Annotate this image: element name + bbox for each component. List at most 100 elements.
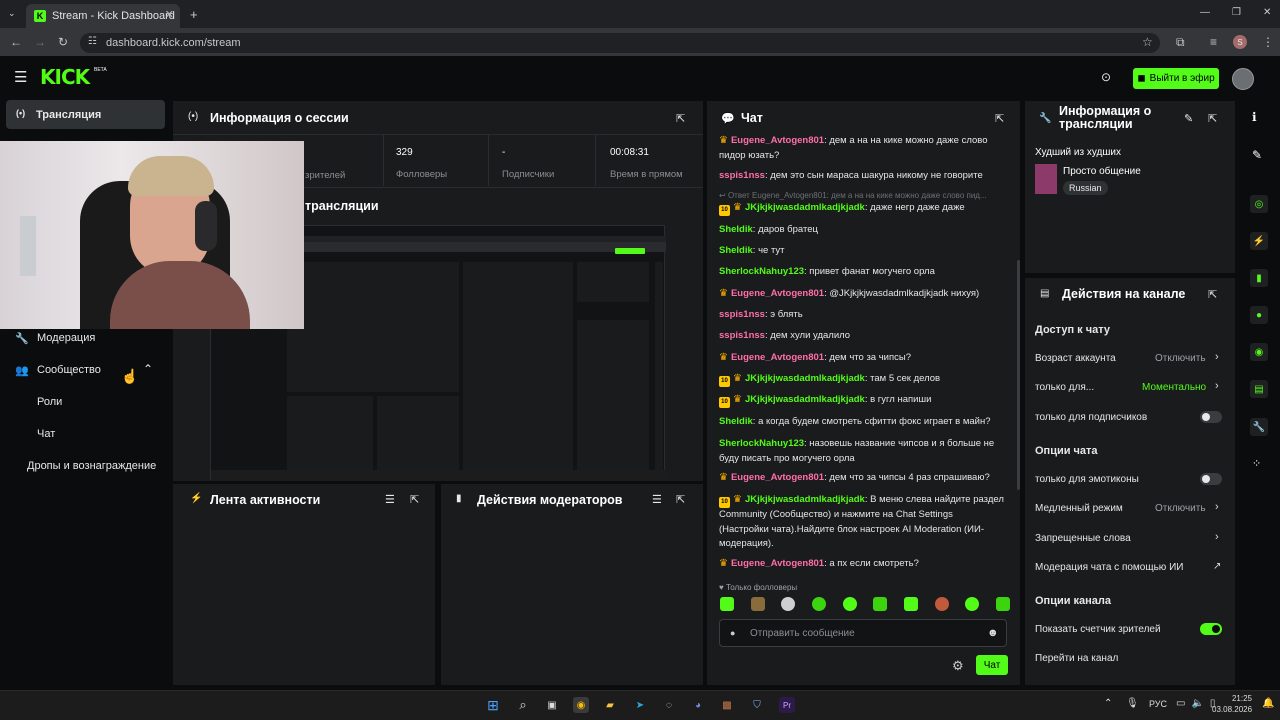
rail-lightning-icon[interactable]: ⚡ (1250, 232, 1268, 250)
chevron-right-icon[interactable]: › (1215, 380, 1219, 392)
telegram-icon[interactable]: ➤ (632, 697, 648, 713)
chat-username[interactable]: JKjkjkjwasdadmlkadjkjadk (745, 394, 865, 405)
rail-chat-icon[interactable]: ● (1250, 306, 1268, 324)
rail-broadcast-icon[interactable]: ◉ (1250, 343, 1268, 361)
chevron-right-icon[interactable]: › (1215, 501, 1219, 513)
chevron-up-icon[interactable]: ⌃ (143, 362, 153, 376)
user-avatar[interactable] (1232, 68, 1254, 90)
edit-pencil-icon[interactable]: ✎ (1184, 112, 1193, 125)
go-live-button[interactable]: ◼ Выйти в эфир (1133, 68, 1219, 89)
chat-username[interactable]: JKjkjkjwasdadmlkadjkjadk (745, 202, 865, 213)
volume-icon[interactable]: 🔈 (1191, 698, 1203, 709)
extensions-icon[interactable]: ⧉ (1176, 35, 1185, 50)
emote-5-icon[interactable] (842, 597, 857, 611)
viewer-count-toggle[interactable] (1200, 623, 1222, 635)
kick-logo[interactable]: KICK (40, 65, 90, 89)
windows-start-icon[interactable]: ⊞ (485, 697, 501, 713)
nav-item-chat[interactable]: Чат (37, 428, 55, 440)
external-link-icon[interactable]: ↗ (1213, 561, 1221, 572)
clock-date[interactable]: 03.08.2026 (1212, 705, 1252, 714)
rail-channel-icon[interactable]: ▤ (1250, 380, 1268, 398)
nav-item-moderation[interactable]: Модерация (37, 332, 95, 344)
chat-username[interactable]: Sheldik (719, 224, 753, 235)
account-age-value[interactable]: Отключить (1155, 353, 1206, 364)
popout-icon[interactable]: ⇱ (995, 112, 1004, 125)
file-explorer-icon[interactable]: ▰ (602, 697, 618, 713)
popout-icon[interactable]: ⇱ (1208, 112, 1217, 125)
microphone-icon[interactable]: 🎙 (1126, 698, 1139, 709)
discord-icon[interactable]: ◕ (690, 697, 706, 713)
search-icon[interactable]: ⌕ (515, 697, 531, 713)
premiere-icon[interactable]: Pr (779, 697, 795, 713)
emote-7-icon[interactable] (903, 597, 918, 611)
nav-item-roles[interactable]: Роли (37, 396, 62, 408)
chat-username[interactable]: Sheldik (719, 416, 753, 427)
emoji-picker-icon[interactable]: ☻ (987, 627, 999, 639)
chevron-right-icon[interactable]: › (1215, 351, 1219, 363)
edit-pencil-icon[interactable]: ✎ (1252, 148, 1262, 162)
emotes-only-toggle[interactable] (1200, 473, 1222, 485)
category-value[interactable]: Просто общение (1063, 166, 1141, 177)
task-view-icon[interactable]: ▣ (544, 697, 560, 713)
profile-avatar[interactable]: S (1233, 35, 1247, 49)
emote-4-icon[interactable] (811, 597, 826, 611)
reload-icon[interactable]: ↻ (58, 35, 68, 49)
site-info-icon[interactable]: ☷ (88, 36, 97, 47)
new-tab-icon[interactable]: + (190, 7, 198, 22)
emote-9-icon[interactable] (965, 597, 980, 611)
obs-icon[interactable]: ◌ (661, 697, 677, 713)
url-field[interactable]: dashboard.kick.com/stream (80, 33, 1160, 53)
emote-6-icon[interactable] (873, 597, 888, 611)
filter-icon[interactable]: ☰ (385, 493, 395, 506)
subs-only-toggle[interactable] (1200, 411, 1222, 423)
hamburger-menu-icon[interactable]: ☰ (14, 68, 27, 86)
emote-2-icon[interactable] (750, 597, 765, 611)
nav-item-community[interactable]: Сообщество (37, 364, 101, 376)
gear-icon[interactable]: ⚙ (952, 658, 964, 674)
popout-icon[interactable]: ⇱ (676, 112, 685, 125)
chat-username[interactable]: sspis1nss (719, 330, 765, 341)
chat-username[interactable]: Eugene_Avtogen801 (731, 472, 824, 483)
chat-scrollbar[interactable] (1017, 260, 1020, 490)
browser-menu-icon[interactable]: ⋮ (1262, 35, 1274, 49)
rail-document-icon[interactable]: ▮ (1250, 269, 1268, 287)
banned-words-label[interactable]: Запрещенные слова (1035, 533, 1131, 544)
chat-input[interactable]: ● Отправить сообщение ☻ (719, 619, 1007, 647)
chat-username[interactable]: Eugene_Avtogen801 (731, 352, 824, 363)
rail-apps-icon[interactable]: ⁘ (1252, 457, 1261, 470)
forward-icon[interactable]: → (34, 35, 46, 49)
emote-1-icon[interactable] (720, 597, 734, 611)
tray-chevron-icon[interactable]: ⌃ (1104, 698, 1112, 709)
chat-username[interactable]: sspis1nss (719, 170, 765, 181)
chat-username[interactable]: SherlockNahuy123 (719, 438, 804, 449)
chrome-icon[interactable]: ◉ (573, 697, 589, 713)
close-window-icon[interactable]: ✕ (1263, 7, 1271, 18)
emote-10-icon[interactable] (995, 597, 1010, 611)
popout-icon[interactable]: ⇱ (676, 493, 685, 506)
tab-search-icon[interactable]: ⌄ (8, 8, 16, 19)
ai-moderation-label[interactable]: Модерация чата с помощью ИИ (1035, 562, 1183, 573)
restore-window-icon[interactable]: ❐ (1232, 7, 1241, 18)
app-icon[interactable]: ▩ (719, 697, 735, 713)
info-icon[interactable]: ℹ (1252, 110, 1257, 124)
chat-username[interactable]: Eugene_Avtogen801 (731, 135, 824, 146)
shield-icon[interactable]: ⛉ (749, 697, 765, 713)
popout-icon[interactable]: ⇱ (1208, 288, 1217, 301)
close-tab-icon[interactable]: ✕ (165, 8, 174, 21)
followers-only-value[interactable]: Моментально (1142, 382, 1206, 393)
clock-time[interactable]: 21:25 (1230, 694, 1252, 703)
chat-username[interactable]: Eugene_Avtogen801 (731, 288, 824, 299)
back-icon[interactable]: ← (10, 35, 22, 49)
chat-username[interactable]: JKjkjkjwasdadmlkadjkjadk (745, 373, 865, 384)
go-to-channel-link[interactable]: Перейти на канал (1035, 653, 1118, 664)
chat-username[interactable]: Eugene_Avtogen801 (731, 558, 824, 569)
nav-item-stream[interactable]: (•) Трансляция (6, 100, 165, 129)
chat-username[interactable]: Sheldik (719, 245, 753, 256)
chat-username[interactable]: sspis1nss (719, 309, 765, 320)
rail-scan-icon[interactable]: ◎ (1250, 195, 1268, 213)
nav-item-drops[interactable]: Дропы и вознаграждение (27, 460, 156, 472)
filter-icon[interactable]: ☰ (652, 493, 662, 506)
bookmark-star-icon[interactable]: ☆ (1142, 35, 1153, 49)
network-icon[interactable]: ▭ (1176, 698, 1185, 709)
slow-mode-value[interactable]: Отключить (1155, 503, 1206, 514)
